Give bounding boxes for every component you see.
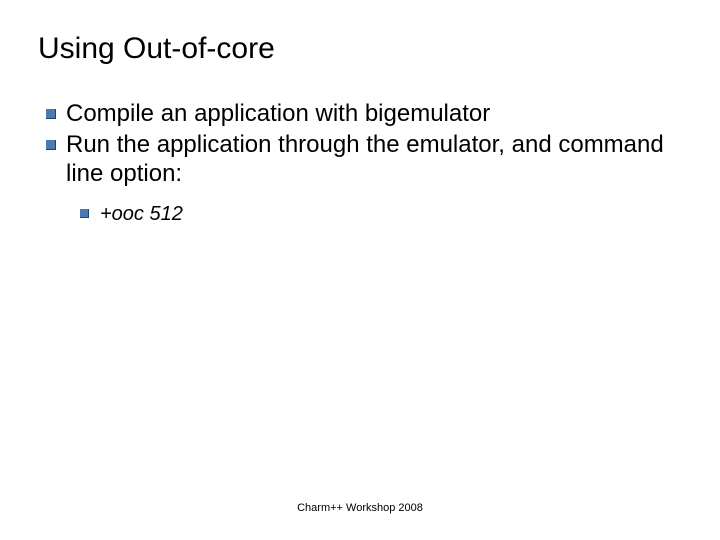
bullet-text: Compile an application with bigemulator xyxy=(66,100,490,127)
square-bullet-icon xyxy=(46,100,56,119)
sub-bullet-item: +ooc 512 xyxy=(80,202,680,226)
sub-bullet-text: +ooc 512 xyxy=(100,203,183,225)
bullet-item: Run the application through the emulator… xyxy=(46,131,680,189)
bullet-item: Compile an application with bigemulator xyxy=(46,100,680,129)
slide: Using Out-of-core Compile an application… xyxy=(0,0,720,540)
slide-title: Using Out-of-core xyxy=(38,32,275,66)
square-bullet-icon xyxy=(46,131,56,150)
square-bullet-icon xyxy=(80,202,89,218)
bullet-text: Run the application through the emulator… xyxy=(66,131,664,187)
slide-footer: Charm++ Workshop 2008 xyxy=(0,502,720,514)
slide-body: Compile an application with bigemulator … xyxy=(46,100,680,226)
